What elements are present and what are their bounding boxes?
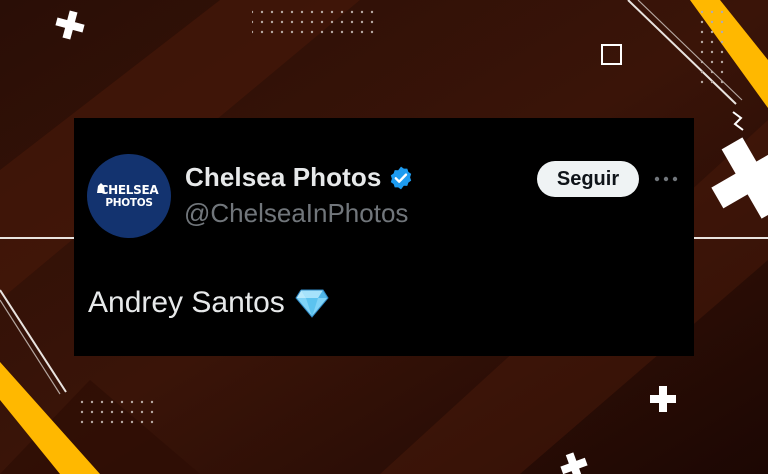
avatar-text-line2: PHOTOS [105, 197, 153, 209]
display-name[interactable]: Chelsea Photos [185, 162, 381, 193]
dot-grid-right [694, 6, 724, 86]
name-row: Chelsea Photos [185, 162, 414, 193]
tweet-text: Andrey Santos [88, 286, 285, 319]
gem-icon [295, 289, 329, 318]
dot-grid-bottom-left [74, 398, 154, 428]
follow-button[interactable]: Seguir [537, 161, 639, 197]
more-options-icon[interactable] [654, 174, 678, 184]
tweet-body: Andrey Santos [88, 286, 329, 320]
dot-grid-top [252, 8, 376, 38]
tweet-card: CHELSEA PHOTOS Chelsea Photos @ChelseaIn… [74, 118, 694, 356]
user-handle[interactable]: @ChelseaInPhotos [184, 198, 408, 229]
divider-line-left [0, 237, 74, 239]
avatar[interactable]: CHELSEA PHOTOS [87, 154, 171, 238]
verified-badge-icon [391, 166, 412, 189]
avatar-text-line1: CHELSEA [99, 183, 159, 197]
divider-line-right [694, 237, 768, 239]
